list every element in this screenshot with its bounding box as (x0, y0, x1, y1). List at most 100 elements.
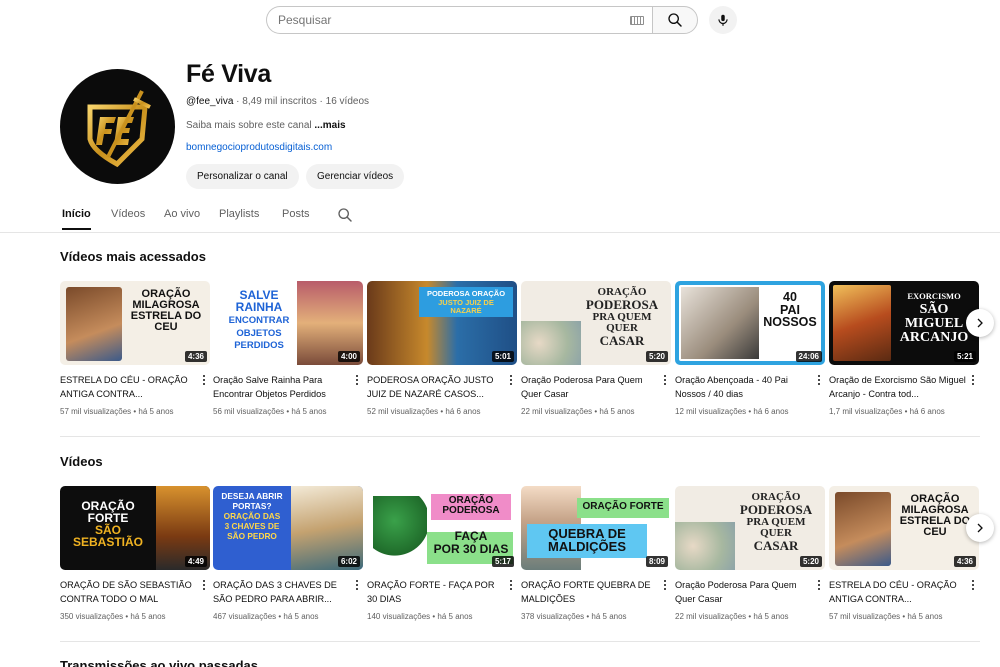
channel-external-link[interactable]: bomnegocioprodutosdigitais.com (186, 142, 332, 153)
channel-description[interactable]: Saiba mais sobre este canal ...mais (186, 120, 346, 131)
search-button[interactable] (652, 6, 698, 34)
video-count: 16 vídeos (325, 96, 370, 107)
video-duration: 5:17 (491, 556, 514, 567)
more-vert-icon[interactable] (354, 373, 360, 387)
video-meta: 378 visualizações • há 5 anos (521, 612, 627, 621)
video-duration: 4:00 (337, 351, 360, 362)
video-duration: 4:49 (184, 556, 207, 567)
video-title[interactable]: Oração Salve Rainha Para Encontrar Objet… (213, 373, 351, 401)
video-title[interactable]: Oração Abençoada - 40 Pai Nossos / 40 di… (675, 373, 813, 401)
manage-videos-button[interactable]: Gerenciar vídeos (306, 164, 405, 189)
video-thumbnail[interactable]: PODEROSA ORAÇÃO JUSTO JUIZ DE NAZARÉ 5:01 (367, 281, 517, 365)
channel-handle: @fee_viva (186, 96, 234, 107)
video-title[interactable]: Oração de Exorcismo São Miguel Arcanjo -… (829, 373, 967, 401)
video-title[interactable]: ORAÇÃO FORTE QUEBRA DE MALDIÇÕES (521, 578, 659, 606)
more-vert-icon[interactable] (816, 578, 822, 592)
video-card[interactable]: ORAÇÃO FORTE QUEBRA DE MALDIÇÕES 8:09 ORA… (521, 486, 671, 621)
tab-posts[interactable]: Posts (282, 208, 310, 229)
section-divider (60, 436, 980, 437)
video-thumbnail[interactable]: ORAÇÃO FORTE SÃO SEBASTIÃO 4:49 (60, 486, 210, 570)
microphone-icon (718, 14, 728, 26)
section-title-popular: Vídeos mais acessados (60, 249, 206, 264)
video-duration: 5:20 (645, 351, 668, 362)
more-link[interactable]: ...mais (314, 120, 345, 131)
video-thumbnail[interactable]: DESEJA ABRIR PORTAS? ORAÇÃO DAS 3 CHAVES DE… (213, 486, 363, 570)
tab-videos[interactable]: Vídeos (111, 208, 145, 229)
customize-channel-button[interactable]: Personalizar o canal (186, 164, 299, 189)
video-card[interactable]: ORAÇÃO PODEROSA PRA QUEM QUER CASAR 5:20 Ora… (675, 486, 825, 621)
carousel-next-button[interactable] (966, 514, 994, 542)
video-card[interactable]: SALVE RAINHA ENCONTRAR OBJETOS PERDIDOS 4:00… (213, 281, 363, 416)
more-vert-icon[interactable] (508, 373, 514, 387)
video-title[interactable]: ORAÇÃO FORTE - FAÇA POR 30 DIAS (367, 578, 505, 606)
channel-search-button[interactable] (337, 207, 353, 228)
video-thumbnail[interactable]: ORAÇÃO PODEROSA FAÇA POR 30 DIAS 5:17 (367, 486, 517, 570)
channel-stats: @fee_viva · 8,49 mil inscritos · 16 víde… (186, 96, 370, 107)
video-thumbnail[interactable]: ORAÇÃO PODEROSA PRA QUEM QUER CASAR 5:20 (521, 281, 671, 365)
video-title[interactable]: ESTRELA DO CÉU - ORAÇÃO ANTIGA CONTRA... (60, 373, 198, 401)
tab-playlists[interactable]: Playlists (219, 208, 259, 229)
video-thumbnail[interactable]: ORAÇÃO MILAGROSA ESTRELA DO CEU 4:36 (829, 486, 979, 570)
thumbnail-text: EXORCISMO SÃO MIGUEL ARCANJO (899, 291, 969, 345)
video-thumbnail[interactable]: ORAÇÃO FORTE QUEBRA DE MALDIÇÕES 8:09 (521, 486, 671, 570)
video-duration: 6:02 (337, 556, 360, 567)
video-title[interactable]: PODEROSA ORAÇÃO JUSTO JUIZ DE NAZARÉ CAS… (367, 373, 505, 401)
video-duration: 4:36 (184, 351, 207, 362)
more-vert-icon[interactable] (816, 373, 822, 387)
more-vert-icon[interactable] (662, 578, 668, 592)
video-title[interactable]: ORAÇÃO DE SÃO SEBASTIÃO CONTRA TODO O MA… (60, 578, 198, 606)
video-thumbnail[interactable]: SALVE RAINHA ENCONTRAR OBJETOS PERDIDOS 4:00 (213, 281, 363, 365)
video-meta: 56 mil visualizações • há 5 anos (213, 407, 327, 416)
section-title-past-streams: Transmissões ao vivo passadas (60, 658, 258, 667)
video-duration: 8:09 (645, 556, 668, 567)
thumbnail-text: ORAÇÃO PODEROSA FAÇA POR 30 DIAS (433, 495, 509, 556)
chevron-right-icon (977, 523, 983, 533)
video-title[interactable]: ORAÇÃO DAS 3 CHAVES DE SÃO PEDRO PARA AB… (213, 578, 351, 606)
thumbnail-text: PODEROSA ORAÇÃO JUSTO JUIZ DE NAZARÉ (426, 289, 506, 316)
video-title[interactable]: Oração Poderosa Para Quem Quer Casar (521, 373, 659, 401)
video-card[interactable]: ORAÇÃO PODEROSA FAÇA POR 30 DIAS 5:17 ORAÇÃ… (367, 486, 517, 621)
video-card[interactable]: DESEJA ABRIR PORTAS? ORAÇÃO DAS 3 CHAVES DE… (213, 486, 363, 621)
video-card[interactable]: ORAÇÃO MILAGROSA ESTRELA DO CEU 4:36 ESTREL… (829, 486, 979, 621)
video-card[interactable]: ORAÇÃO PODEROSA PRA QUEM QUER CASAR 5:20 Ora… (521, 281, 671, 416)
search-box[interactable] (266, 6, 652, 34)
more-vert-icon[interactable] (970, 373, 976, 387)
video-card[interactable]: 40 PAI NOSSOS 24:06 Oração Abençoada - 40 … (675, 281, 825, 416)
video-card[interactable]: EXORCISMO SÃO MIGUEL ARCANJO 5:21 Oração de… (829, 281, 979, 416)
video-thumbnail[interactable]: ORAÇÃO PODEROSA PRA QUEM QUER CASAR 5:20 (675, 486, 825, 570)
video-card[interactable]: ORAÇÃO FORTE SÃO SEBASTIÃO 4:49 ORAÇÃO DE S… (60, 486, 210, 621)
carousel-next-button[interactable] (966, 309, 994, 337)
video-title[interactable]: Oração Poderosa Para Quem Quer Casar (675, 578, 813, 606)
thumbnail-text: ORAÇÃO FORTE SÃO SEBASTIÃO (72, 499, 143, 549)
video-meta: 52 mil visualizações • há 6 anos (367, 407, 481, 416)
search-input[interactable] (267, 7, 607, 33)
more-vert-icon[interactable] (354, 578, 360, 592)
tab-inicio[interactable]: Início (62, 208, 91, 230)
video-thumbnail[interactable]: ORAÇÃO MILAGROSA ESTRELA DO CEU 4:36 (60, 281, 210, 365)
more-vert-icon[interactable] (970, 578, 976, 592)
video-meta: 57 mil visualizações • há 5 anos (829, 612, 943, 621)
channel-tabs: Início Vídeos Ao vivo Playlists Posts (0, 200, 1000, 233)
thumbnail-text: ORAÇÃO PODEROSA PRA QUEM QUER CASAR (585, 286, 659, 348)
video-meta: 22 mil visualizações • há 5 anos (675, 612, 789, 621)
section-divider (60, 641, 980, 642)
video-card[interactable]: ORAÇÃO MILAGROSA ESTRELA DO CEU 4:36 ESTREL… (60, 281, 210, 416)
video-duration: 24:06 (795, 351, 822, 362)
video-meta: 140 visualizações • há 5 anos (367, 612, 473, 621)
search-icon (338, 208, 352, 222)
tab-ao-vivo[interactable]: Ao vivo (164, 208, 200, 229)
video-thumbnail[interactable]: EXORCISMO SÃO MIGUEL ARCANJO 5:21 (829, 281, 979, 365)
video-thumbnail[interactable]: 40 PAI NOSSOS 24:06 (675, 281, 825, 365)
video-meta: 12 mil visualizações • há 6 anos (675, 407, 789, 416)
more-vert-icon[interactable] (201, 373, 207, 387)
more-vert-icon[interactable] (508, 578, 514, 592)
video-title[interactable]: ESTRELA DO CÉU - ORAÇÃO ANTIGA CONTRA... (829, 578, 967, 606)
video-meta: 350 visualizações • há 5 anos (60, 612, 166, 621)
channel-avatar[interactable] (60, 69, 175, 184)
voice-search-button[interactable] (709, 6, 737, 34)
more-vert-icon[interactable] (662, 373, 668, 387)
thumbnail-text: 40 PAI NOSSOS (763, 290, 817, 329)
video-card[interactable]: PODEROSA ORAÇÃO JUSTO JUIZ DE NAZARÉ 5:01 … (367, 281, 517, 416)
keyboard-icon[interactable] (630, 16, 644, 25)
more-vert-icon[interactable] (201, 578, 207, 592)
